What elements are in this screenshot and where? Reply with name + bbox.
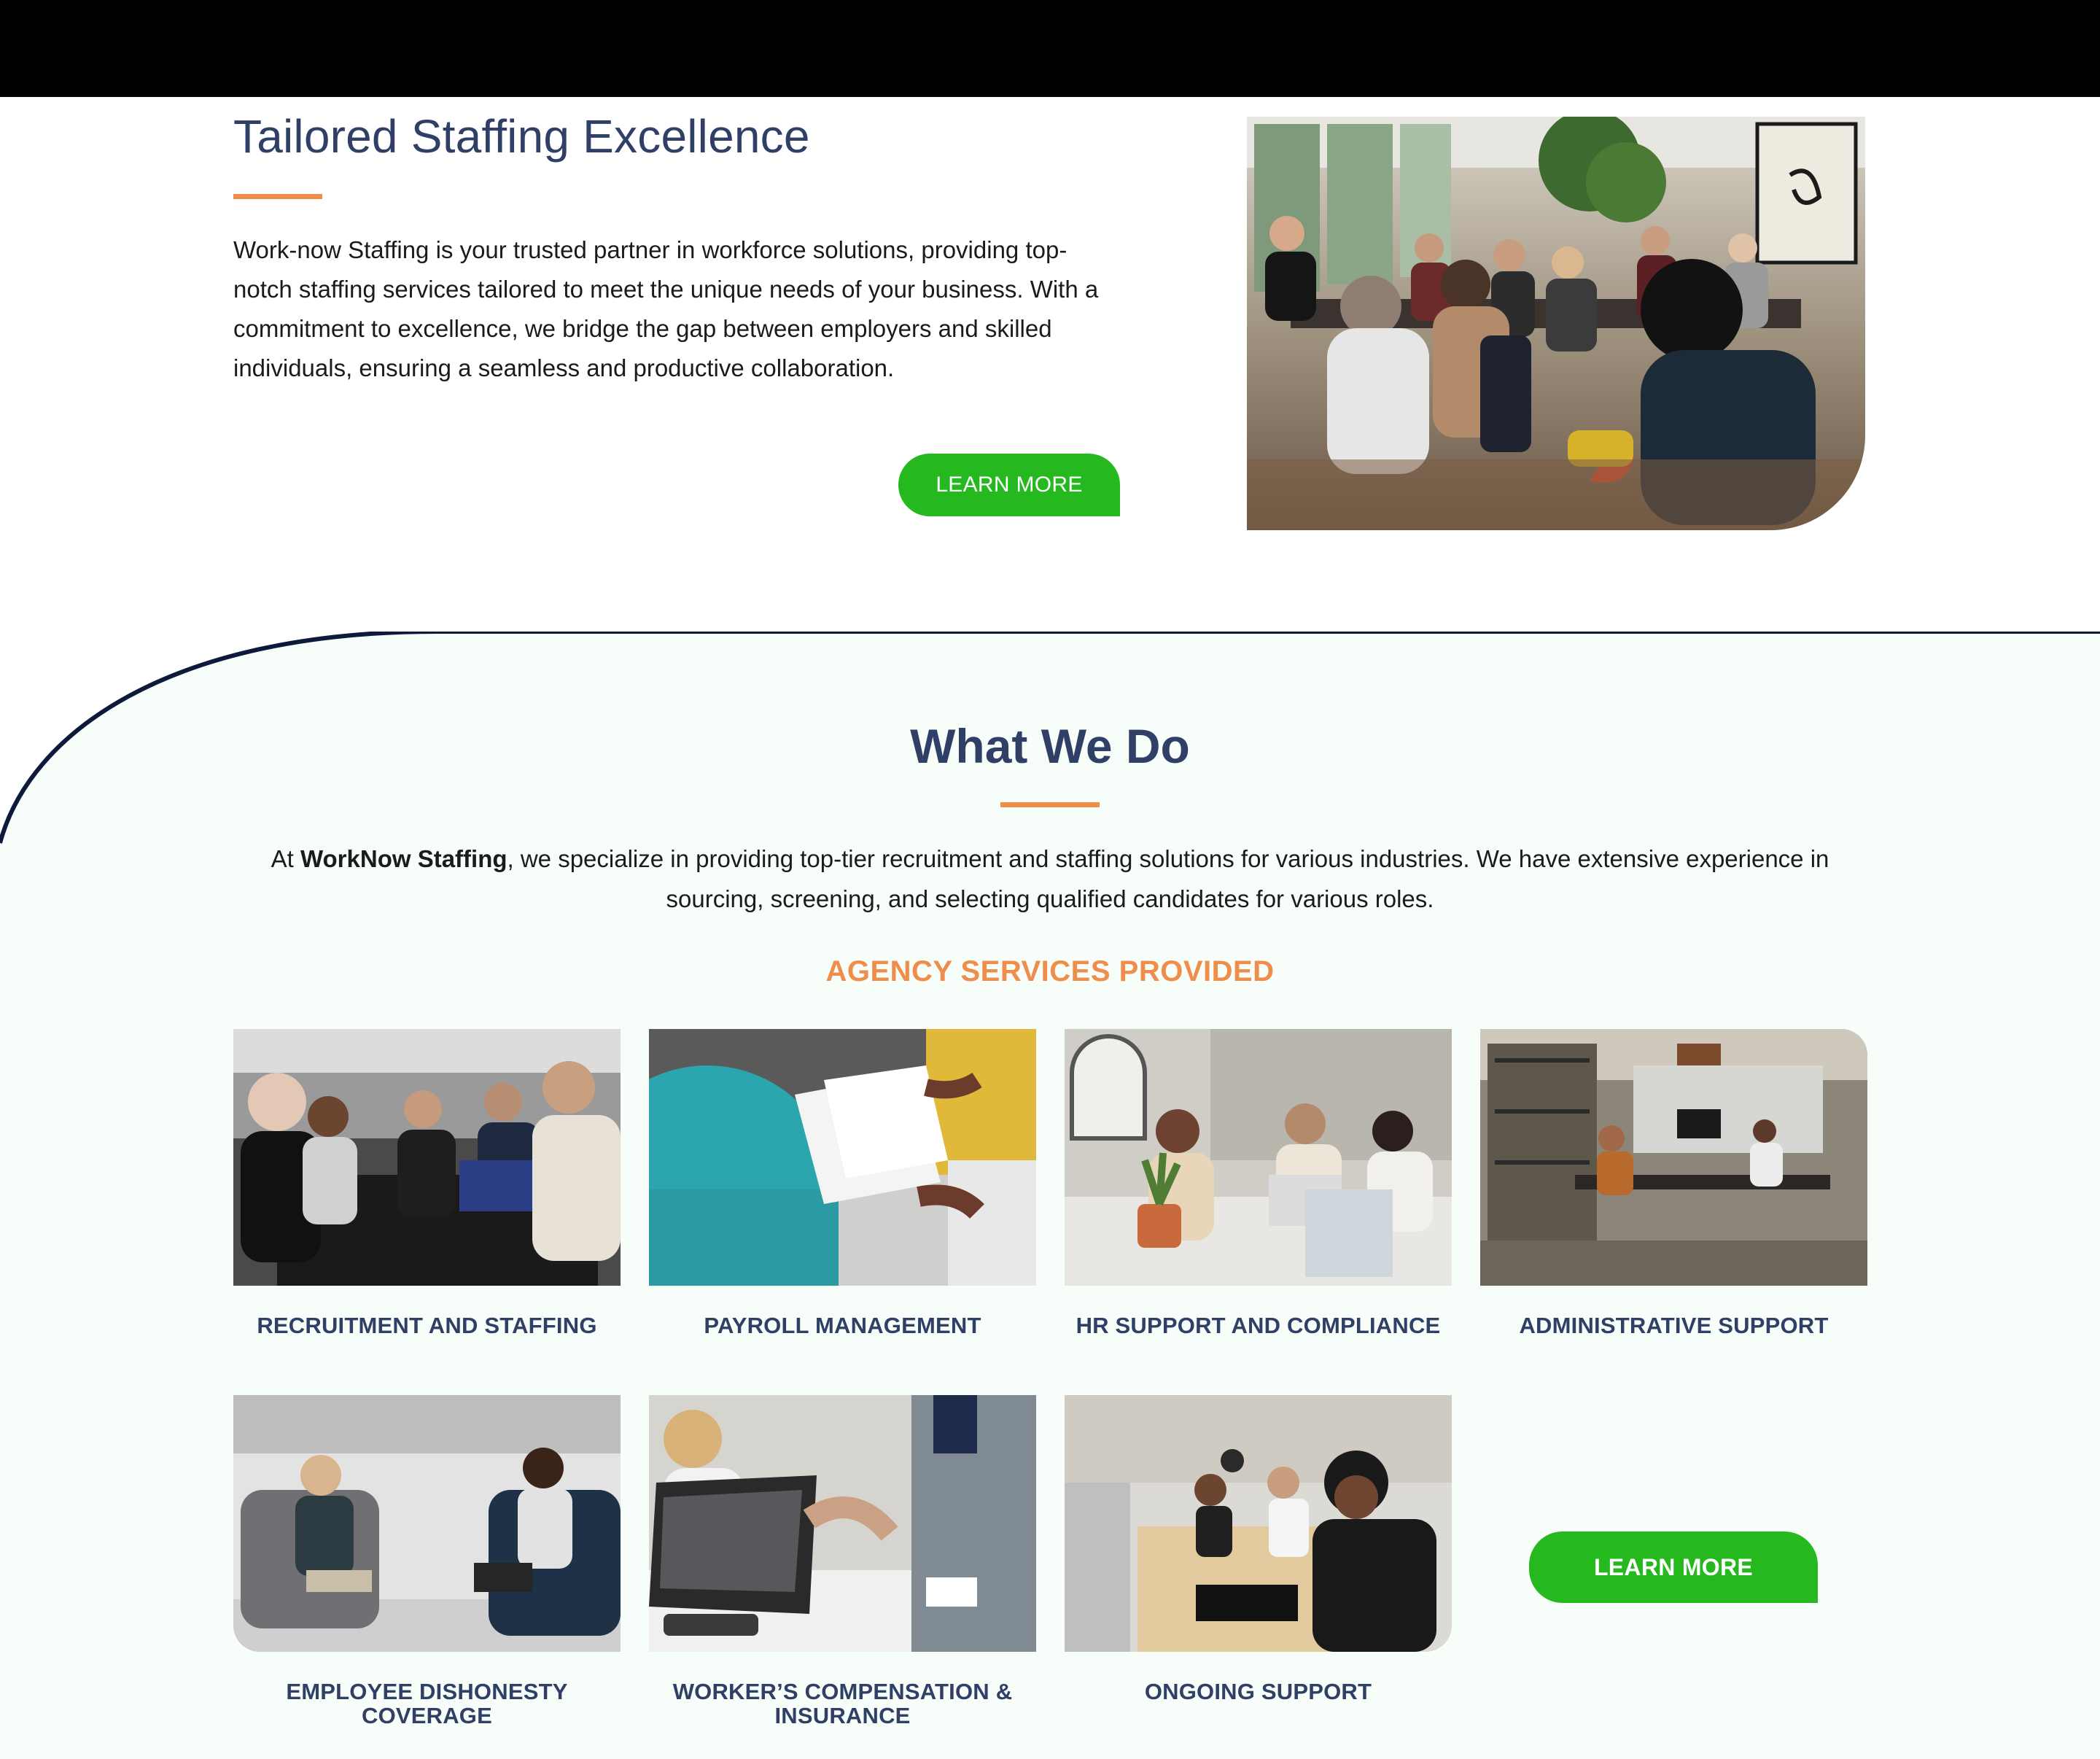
service-card-administrative[interactable]: ADMINISTRATIVE SUPPORT	[1480, 1029, 1867, 1337]
service-card-workers-comp[interactable]: WORKER’S COMPENSATION & INSURANCE	[649, 1395, 1036, 1728]
service-label: PAYROLL MANAGEMENT	[704, 1313, 981, 1338]
ongoing-support-photo	[1065, 1395, 1452, 1652]
intro-paragraph: Work-now Staffing is your trusted partne…	[233, 236, 1099, 381]
title-underline	[233, 194, 322, 199]
learn-more-button[interactable]: LEARN MORE	[898, 454, 1120, 516]
learn-more-services-button[interactable]: LEARN MORE	[1529, 1531, 1818, 1603]
service-label: RECRUITMENT AND STAFFING	[257, 1313, 597, 1338]
service-card-dishonesty[interactable]: EMPLOYEE DISHONESTY COVERAGE	[233, 1395, 621, 1728]
service-label: HR SUPPORT AND COMPLIANCE	[1076, 1313, 1441, 1338]
recruitment-photo	[233, 1029, 621, 1286]
service-label: ONGOING SUPPORT	[1144, 1679, 1372, 1704]
title-underline	[1000, 802, 1100, 807]
what-we-do-title: What We Do	[910, 719, 1190, 773]
dishonesty-photo	[233, 1395, 621, 1652]
workers-comp-photo	[649, 1395, 1036, 1652]
service-card-payroll[interactable]: PAYROLL MANAGEMENT	[649, 1029, 1036, 1337]
hr-support-photo	[1065, 1029, 1452, 1286]
services-subtitle: AGENCY SERVICES PROVIDED	[825, 955, 1275, 987]
service-card-ongoing-support[interactable]: ONGOING SUPPORT	[1065, 1395, 1452, 1704]
service-card-hr-support[interactable]: HR SUPPORT AND COMPLIANCE	[1065, 1029, 1452, 1337]
section-title: Tailored Staffing Excellence	[233, 110, 810, 163]
administrative-photo	[1480, 1029, 1867, 1286]
service-card-recruitment[interactable]: RECRUITMENT AND STAFFING	[233, 1029, 621, 1337]
brand-name: WorkNow Staffing	[300, 845, 508, 872]
service-label: WORKER’S COMPENSATION & INSURANCE	[672, 1679, 1013, 1728]
team-meeting-photo	[1247, 117, 1865, 530]
service-label: ADMINISTRATIVE SUPPORT	[1519, 1313, 1829, 1338]
what-we-do-paragraph: At WorkNow Staffing, we specialize in pr…	[271, 845, 1829, 912]
payroll-photo	[649, 1029, 1036, 1286]
top-black-bar	[0, 0, 2100, 97]
service-label: EMPLOYEE DISHONESTY COVERAGE	[286, 1679, 568, 1728]
